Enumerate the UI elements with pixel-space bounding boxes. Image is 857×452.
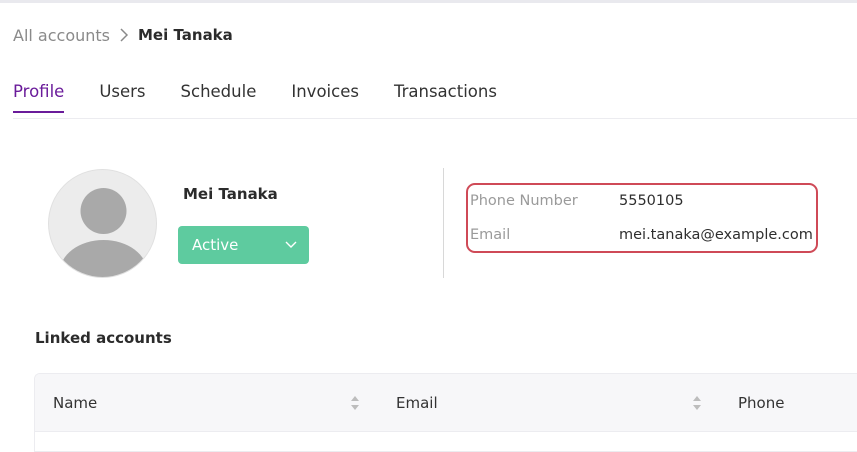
breadcrumb-current: Mei Tanaka [138, 26, 233, 44]
phone-value: 5550105 [619, 193, 684, 209]
column-header-email[interactable]: Email [396, 374, 438, 432]
chevron-down-icon [285, 241, 297, 248]
sort-icon[interactable] [350, 394, 360, 412]
tab-bar: Profile Users Schedule Invoices Transact… [13, 82, 532, 118]
email-label: Email [470, 227, 511, 243]
breadcrumb: All accounts Mei Tanaka [13, 24, 233, 46]
column-header-phone[interactable]: Phone [738, 374, 784, 432]
linked-accounts-title: Linked accounts [35, 329, 172, 347]
tab-profile[interactable]: Profile [13, 82, 65, 113]
tabs-divider [13, 118, 857, 119]
vertical-divider [443, 168, 444, 278]
linked-accounts-table: Name Email Phone [34, 373, 857, 452]
email-value: mei.tanaka@example.com [619, 227, 813, 243]
phone-row: Phone Number 5550105 [468, 191, 816, 211]
top-border [0, 0, 857, 3]
user-placeholder-icon [59, 188, 148, 277]
contact-info-highlight: Phone Number 5550105 Email mei.tanaka@ex… [466, 183, 818, 253]
status-value: Active [192, 236, 239, 254]
email-row: Email mei.tanaka@example.com [468, 225, 816, 245]
column-header-name[interactable]: Name [53, 374, 97, 432]
tab-users[interactable]: Users [99, 82, 145, 113]
chevron-right-icon [110, 24, 138, 46]
tab-transactions[interactable]: Transactions [394, 82, 497, 113]
phone-label: Phone Number [470, 193, 578, 209]
tab-invoices[interactable]: Invoices [291, 82, 359, 113]
status-dropdown[interactable]: Active [178, 226, 309, 264]
profile-name: Mei Tanaka [183, 185, 278, 203]
breadcrumb-all-accounts-link[interactable]: All accounts [13, 26, 110, 45]
avatar [48, 169, 157, 278]
tab-schedule[interactable]: Schedule [181, 82, 257, 113]
sort-icon[interactable] [692, 394, 702, 412]
table-header: Name Email Phone [35, 374, 857, 432]
